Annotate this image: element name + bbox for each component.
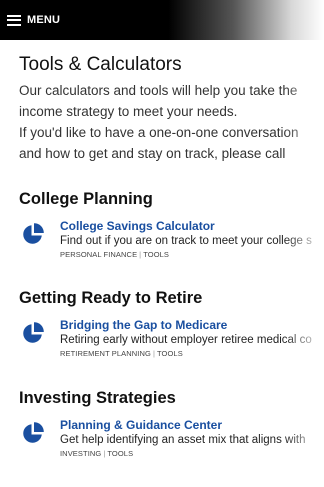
tag-link[interactable]: TOOLS — [157, 349, 183, 358]
bridging-the-gap-to-medicare-link[interactable]: Bridging the Gap to Medicare — [60, 318, 324, 333]
section-heading: Investing Strategies — [19, 389, 176, 407]
tool-item: College Savings Calculator Find out if y… — [19, 219, 324, 261]
tool-item: Bridging the Gap to Medicare Retiring ea… — [19, 318, 324, 360]
tag-link[interactable]: PERSONAL FINANCE — [60, 250, 137, 259]
intro-line: income strategy to meet your needs. — [19, 104, 238, 119]
section-getting-ready-to-retire: Getting Ready to Retire Bridging the Gap… — [19, 288, 324, 360]
tag-link[interactable]: TOOLS — [107, 449, 133, 458]
item-description: Find out if you are on track to meet you… — [60, 235, 312, 247]
item-description: Get help identifying an asset mix that a… — [60, 434, 306, 446]
menu-button[interactable]: MENU — [7, 14, 60, 26]
section-heading: Getting Ready to Retire — [19, 289, 203, 307]
tool-item: Planning & Guidance Center Get help iden… — [19, 418, 324, 460]
planning-guidance-center-link[interactable]: Planning & Guidance Center — [60, 418, 324, 433]
item-tags: RETIREMENT PLANNING | TOOLS — [60, 349, 183, 358]
pie-chart-icon — [23, 422, 44, 443]
tag-link[interactable]: TOOLS — [143, 250, 169, 259]
section-investing-strategies: Investing Strategies Planning & Guidance… — [19, 388, 324, 460]
page-title: Tools & Calculators — [19, 54, 182, 75]
top-navigation-bar: MENU — [0, 0, 324, 40]
page-header: Tools & Calculators Our calculators and … — [19, 52, 324, 164]
pie-chart-icon — [23, 223, 44, 244]
intro-line: If you'd like to have a one-on-one conve… — [19, 125, 299, 140]
item-tags: PERSONAL FINANCE | TOOLS — [60, 250, 170, 259]
item-tags: INVESTING | TOOLS — [60, 449, 134, 458]
college-savings-calculator-link[interactable]: College Savings Calculator — [60, 219, 324, 234]
hamburger-icon — [7, 14, 21, 26]
tag-link[interactable]: RETIREMENT PLANNING — [60, 349, 151, 358]
intro-line: Our calculators and tools will help you … — [19, 83, 298, 98]
menu-label: MENU — [27, 14, 61, 26]
intro-line: and how to get and stay on track, please… — [19, 146, 286, 161]
tag-link[interactable]: INVESTING — [60, 449, 101, 458]
item-description: Retiring early without employer retiree … — [60, 334, 312, 346]
intro-text: Our calculators and tools will help you … — [19, 80, 324, 164]
section-heading: College Planning — [19, 190, 153, 208]
pie-chart-icon — [23, 322, 44, 343]
section-college-planning: College Planning College Savings Calcula… — [19, 189, 324, 261]
